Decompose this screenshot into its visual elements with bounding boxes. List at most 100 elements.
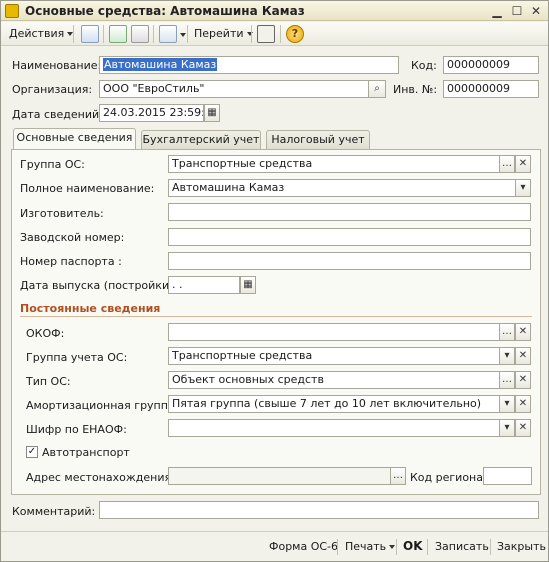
toolbar-separator: [251, 25, 252, 43]
goto-menu[interactable]: Перейти: [194, 26, 253, 42]
okof-label: ОКОФ:: [26, 327, 65, 340]
auto-checkbox[interactable]: ✓: [26, 446, 38, 458]
fullname-field[interactable]: Автомашина Камаз: [168, 179, 516, 197]
serial-label: Заводской номер:: [20, 231, 125, 244]
chevron-down-icon: [389, 545, 396, 549]
toolbar-separator: [280, 25, 281, 43]
enaof-field[interactable]: [168, 419, 500, 437]
copy-icon[interactable]: [131, 25, 149, 43]
org-field[interactable]: ООО "ЕвроСтиль": [99, 80, 369, 98]
help-icon[interactable]: ?: [286, 25, 304, 43]
clear-icon[interactable]: ✕: [515, 323, 531, 341]
address-label: Адрес местонахождения:: [26, 471, 175, 484]
region-field[interactable]: [483, 467, 532, 485]
footer-separator: [396, 539, 397, 555]
name-field[interactable]: Автомашина Камаз: [99, 56, 399, 74]
chevron-down-icon[interactable]: ▾: [499, 347, 515, 365]
close-button[interactable]: Закрыть: [497, 540, 546, 553]
serial-field[interactable]: [168, 228, 531, 246]
footer-divider: [1, 531, 548, 532]
chevron-down-icon[interactable]: ▾: [499, 395, 515, 413]
select-button[interactable]: …: [499, 155, 515, 173]
clear-icon[interactable]: ✕: [515, 155, 531, 173]
toolbar-separator: [187, 25, 188, 43]
toolbar-separator: [103, 25, 104, 43]
maker-label: Изготовитель:: [20, 207, 104, 220]
calendar-icon[interactable]: ▦: [240, 276, 256, 294]
goto-label: Перейти: [194, 27, 244, 40]
toolbar-separator: [73, 25, 74, 43]
code-field[interactable]: 000000009: [443, 56, 539, 74]
clear-icon[interactable]: ✕: [515, 419, 531, 437]
calendar-icon[interactable]: ▦: [204, 104, 220, 122]
passport-label: Номер паспорта :: [20, 255, 122, 268]
fullname-label: Полное наименование:: [20, 182, 155, 195]
name-value: Автомашина Камаз: [103, 58, 218, 71]
save-button[interactable]: Записать: [435, 540, 489, 553]
auto-label: Автотранспорт: [42, 446, 130, 459]
region-label: Код региона:: [410, 471, 487, 484]
type-field[interactable]: Объект основных средств: [168, 371, 500, 389]
comment-label: Комментарий:: [12, 505, 96, 518]
comment-field[interactable]: [99, 501, 539, 519]
print-menu[interactable]: Печать: [345, 540, 396, 553]
app-icon: [5, 4, 19, 18]
release-date-field[interactable]: . .: [168, 276, 240, 294]
clear-icon[interactable]: ✕: [515, 347, 531, 365]
group-label: Группа ОС:: [20, 158, 85, 171]
enaof-label: Шифр по ЕНАОФ:: [26, 423, 127, 436]
ok-button[interactable]: OK: [403, 539, 423, 553]
window-title: Основные средства: Автомашина Камаз: [25, 4, 305, 18]
okof-field[interactable]: [168, 323, 500, 341]
toolbar-separator: [153, 25, 154, 43]
form-os6-button[interactable]: Форма ОС-6: [269, 540, 338, 553]
date-label: Дата сведений:: [12, 108, 103, 121]
tab-accounting[interactable]: Бухгалтерский учет: [141, 130, 261, 149]
amort-label: Амортизационная группа:: [26, 399, 179, 412]
tab-main-info[interactable]: Основные сведения: [13, 128, 136, 150]
group-field[interactable]: Транспортные средства: [168, 155, 500, 173]
form-window: Основные средства: Автомашина Камаз ▁ ☐ …: [0, 0, 549, 562]
release-label: Дата выпуска (постройки):: [20, 279, 178, 292]
group-acc-field[interactable]: Транспортные средства: [168, 347, 500, 365]
minimize-icon[interactable]: ▁: [489, 3, 505, 19]
name-label: Наименование:: [12, 59, 102, 72]
toolbar: Действия Перейти ?: [1, 22, 548, 46]
code-label: Код:: [411, 59, 437, 72]
footer-separator: [490, 539, 491, 555]
clear-icon[interactable]: ✕: [515, 395, 531, 413]
select-button[interactable]: …: [499, 371, 515, 389]
search-icon[interactable]: ⌕: [368, 80, 386, 98]
chevron-down-icon[interactable]: ▾: [499, 419, 515, 437]
footer-separator: [427, 539, 428, 555]
org-label: Организация:: [12, 83, 93, 96]
close-icon[interactable]: ✕: [528, 3, 544, 19]
select-button[interactable]: …: [499, 323, 515, 341]
chevron-down-icon[interactable]: ▾: [515, 179, 531, 197]
select-button[interactable]: …: [390, 467, 406, 485]
title-bar: Основные средства: Автомашина Камаз ▁ ☐ …: [1, 1, 548, 21]
maximize-icon[interactable]: ☐: [509, 3, 525, 19]
address-field[interactable]: [168, 467, 391, 485]
refresh-icon[interactable]: [109, 25, 127, 43]
actions-label: Действия: [9, 27, 65, 40]
section-title: Постоянные сведения: [20, 302, 161, 315]
group-acc-label: Группа учета ОС:: [26, 351, 128, 364]
print-label: Печать: [345, 540, 387, 553]
amort-field[interactable]: Пятая группа (свыше 7 лет до 10 лет вклю…: [168, 395, 500, 413]
inv-field[interactable]: 000000009: [443, 80, 539, 98]
clear-icon[interactable]: ✕: [515, 371, 531, 389]
footer-separator: [337, 539, 338, 555]
tab-tax[interactable]: Налоговый учет: [266, 130, 370, 149]
date-field[interactable]: 24.03.2015 23:59:59: [99, 104, 204, 122]
chevron-down-icon[interactable]: [180, 33, 186, 37]
passport-field[interactable]: [168, 252, 531, 270]
maker-field[interactable]: [168, 203, 531, 221]
type-label: Тип ОС:: [26, 375, 71, 388]
actions-menu[interactable]: Действия: [9, 26, 74, 42]
section-divider: [20, 316, 532, 317]
list-icon[interactable]: [257, 25, 275, 43]
structure-icon[interactable]: [159, 25, 177, 43]
post-document-icon[interactable]: [81, 25, 99, 43]
inv-label: Инв. №:: [393, 83, 438, 96]
